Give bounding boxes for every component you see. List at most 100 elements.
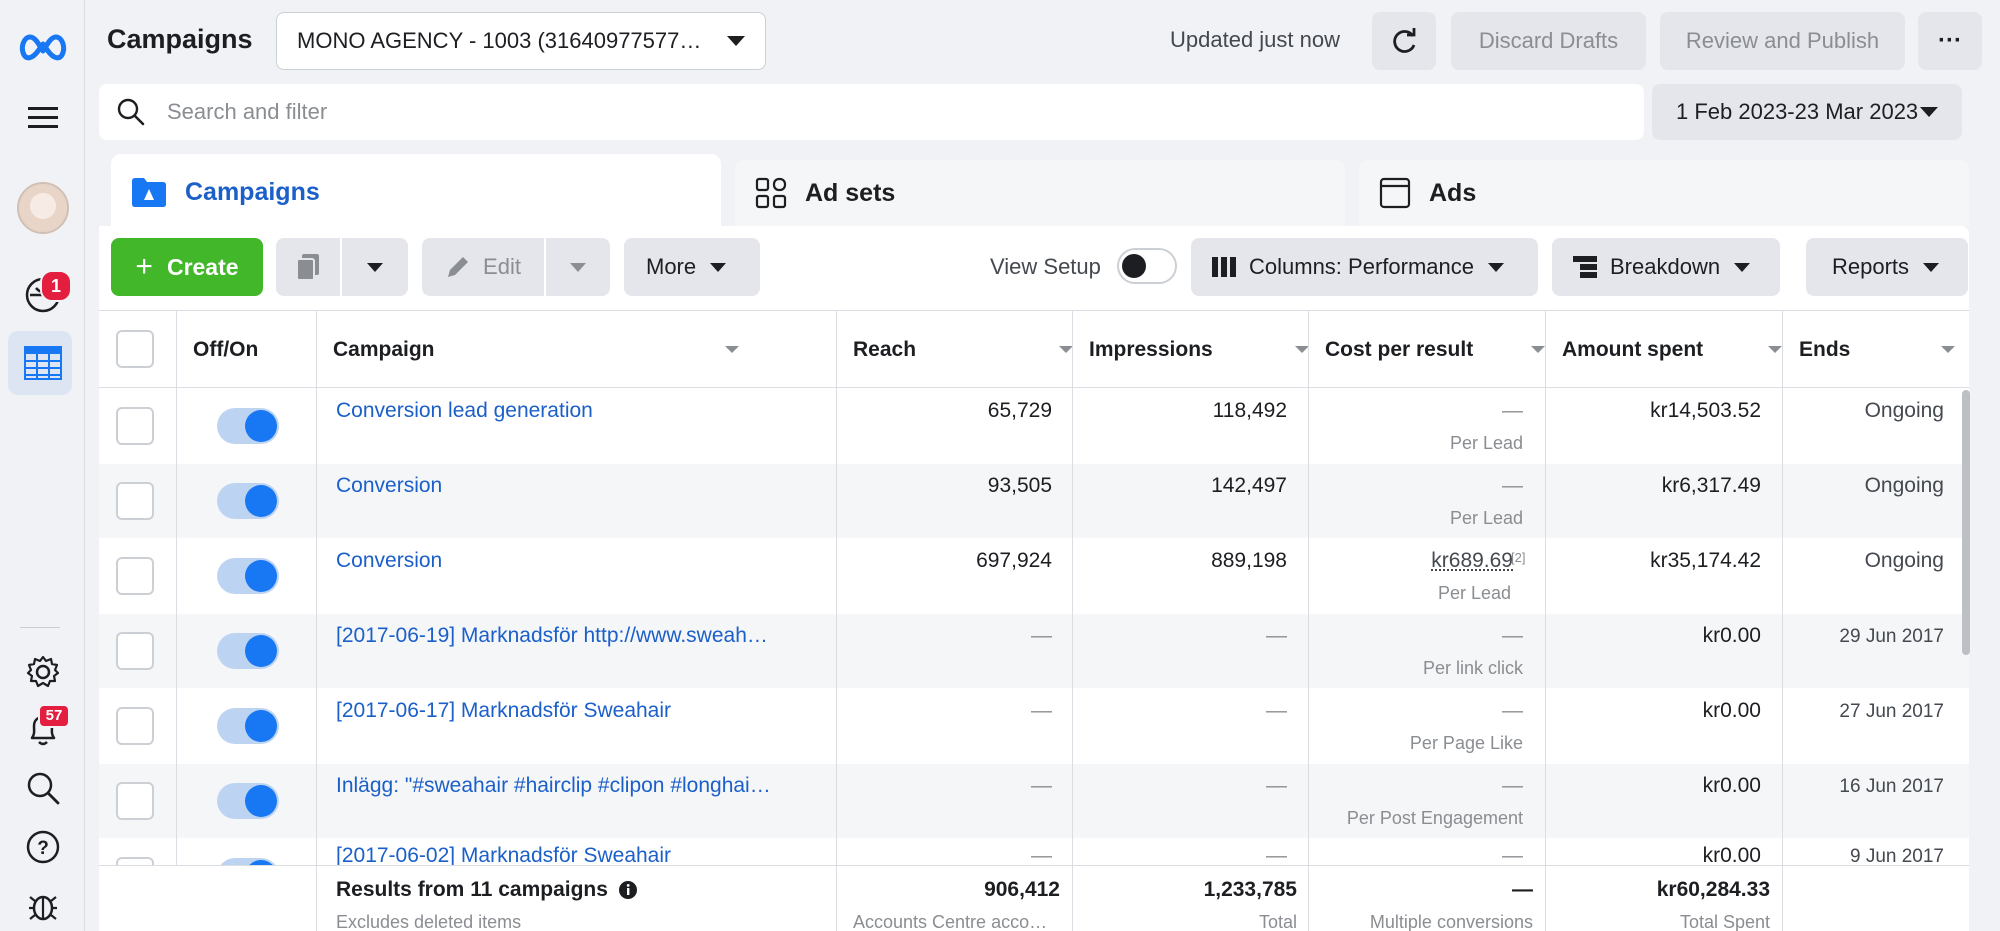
bug-report-icon[interactable] <box>0 884 85 928</box>
impressions-value: — <box>1266 844 1287 865</box>
search-icon[interactable] <box>0 766 85 810</box>
toggle-knob <box>245 710 277 742</box>
ends-value: 16 Jun 2017 <box>1839 776 1944 797</box>
tab-ads[interactable]: Ads <box>1359 160 1969 226</box>
campaign-name-link[interactable]: Conversion <box>336 549 806 573</box>
campaign-toggle[interactable] <box>217 408 279 444</box>
campaign-toggle[interactable] <box>217 633 279 669</box>
cost-per-result-type: Per Page Like <box>1409 733 1523 753</box>
row-checkbox[interactable] <box>116 707 154 745</box>
columns-button[interactable]: Columns: Performance <box>1191 238 1538 296</box>
view-setup-toggle[interactable] <box>1117 248 1177 284</box>
cost-per-result-value[interactable]: kr689.69 <box>1413 549 1513 573</box>
more-options-button[interactable]: ··· <box>1918 12 1982 70</box>
duplicate-button[interactable] <box>276 238 340 296</box>
column-header-amount-spent[interactable]: Amount spent <box>1562 311 1796 388</box>
select-all-checkbox[interactable] <box>116 330 154 368</box>
avatar[interactable] <box>0 180 85 236</box>
duplicate-dropdown[interactable] <box>342 238 408 296</box>
ends-value: Ongoing <box>1864 474 1944 497</box>
tab-campaigns[interactable]: Campaigns <box>111 154 721 230</box>
search-bar[interactable]: Search and filter <box>99 84 1644 140</box>
cost-per-result-type: Per Lead <box>1449 508 1523 528</box>
table-row[interactable]: Conversion 93,505 142,497 — Per Lead kr6… <box>99 464 1969 538</box>
toggle-knob <box>245 560 277 592</box>
search-icon <box>117 98 145 126</box>
edit-dropdown[interactable] <box>546 238 610 296</box>
gear-icon[interactable] <box>0 650 85 694</box>
updated-status: Updated just now <box>1170 27 1340 52</box>
campaign-name-link[interactable]: Conversion lead generation <box>336 399 806 423</box>
discard-drafts-button[interactable]: Discard Drafts <box>1451 12 1646 70</box>
table-row[interactable]: [2017-06-02] Marknadsför Sweahair — — — … <box>99 839 1969 865</box>
breakdown-button[interactable]: Breakdown <box>1552 238 1780 296</box>
row-checkbox[interactable] <box>116 482 154 520</box>
row-checkbox[interactable] <box>116 407 154 445</box>
column-label: Ends <box>1799 337 1851 361</box>
campaign-toggle[interactable] <box>217 558 279 594</box>
column-header-reach[interactable]: Reach <box>853 311 1087 388</box>
tab-label: Campaigns <box>185 177 320 206</box>
reach-value: — <box>1031 774 1052 797</box>
menu-icon[interactable] <box>0 95 85 141</box>
table-row[interactable]: Conversion 697,924 889,198 kr689.69 [2] … <box>99 539 1969 613</box>
chevron-down-icon <box>1920 107 1938 117</box>
toggle-knob <box>245 785 277 817</box>
row-checkbox[interactable] <box>116 557 154 595</box>
meta-logo-icon[interactable] <box>0 22 85 72</box>
search-input[interactable]: Search and filter <box>167 99 327 125</box>
refresh-button[interactable] <box>1372 12 1436 70</box>
svg-text:?: ? <box>37 838 49 859</box>
reach-value: — <box>1031 844 1052 865</box>
create-button[interactable]: + Create <box>111 238 263 296</box>
amount-spent-value: kr0.00 <box>1702 699 1761 722</box>
total-spent-note: Total Spent <box>1679 912 1770 931</box>
ads-manager-table-icon[interactable] <box>0 340 85 386</box>
reports-button[interactable]: Reports <box>1806 238 1968 296</box>
cost-per-result-value: — <box>1502 774 1523 797</box>
table-scrollbar[interactable] <box>1962 390 1970 655</box>
info-icon[interactable] <box>618 880 638 900</box>
campaign-name-link[interactable]: [2017-06-02] Marknadsför Sweahair <box>336 844 806 865</box>
review-publish-button[interactable]: Review and Publish <box>1660 12 1905 70</box>
reach-value: — <box>1031 624 1052 647</box>
row-checkbox[interactable] <box>116 632 154 670</box>
columns-icon <box>1212 257 1236 277</box>
campaign-name-link[interactable]: Inlägg: "#sweahair #hairclip #clipon #lo… <box>336 774 806 798</box>
column-header-off-on[interactable]: Off/On <box>193 311 258 388</box>
ends-value: Ongoing <box>1864 549 1944 572</box>
duplicate-button-group <box>276 238 408 296</box>
edit-button[interactable]: Edit <box>422 238 544 296</box>
column-header-impressions[interactable]: Impressions <box>1089 311 1323 388</box>
chevron-down-icon <box>727 36 745 46</box>
column-header-ends[interactable]: Ends <box>1799 311 1969 388</box>
campaign-toggle[interactable] <box>217 783 279 819</box>
campaign-name-link[interactable]: [2017-06-17] Marknadsför Sweahair <box>336 699 806 723</box>
results-title: Results from 11 campaigns <box>336 878 608 901</box>
campaign-toggle[interactable] <box>217 483 279 519</box>
impressions-value: — <box>1266 699 1287 722</box>
ad-sets-grid-icon <box>755 177 787 209</box>
table-row[interactable]: [2017-06-19] Marknadsför http://www.swea… <box>99 614 1969 688</box>
date-range-picker[interactable]: 1 Feb 2023-23 Mar 2023 <box>1652 84 1962 140</box>
chevron-down-icon <box>367 262 383 272</box>
results-subtitle: Excludes deleted items <box>336 912 522 931</box>
campaign-name-link[interactable]: Conversion <box>336 474 806 498</box>
campaign-name-link[interactable]: [2017-06-19] Marknadsför http://www.swea… <box>336 624 806 648</box>
column-divider <box>1308 310 1309 931</box>
row-checkbox[interactable] <box>116 857 154 865</box>
table-row[interactable]: [2017-06-17] Marknadsför Sweahair — — — … <box>99 689 1969 763</box>
campaign-toggle[interactable] <box>217 858 279 865</box>
more-button[interactable]: More <box>624 238 760 296</box>
column-header-cost-per-result[interactable]: Cost per result <box>1325 311 1559 388</box>
row-checkbox[interactable] <box>116 782 154 820</box>
help-icon[interactable]: ? <box>0 825 85 869</box>
total-reach-note: Accounts Centre acco… <box>853 912 1048 931</box>
campaign-toggle[interactable] <box>217 708 279 744</box>
table-row[interactable]: Inlägg: "#sweahair #hairclip #clipon #lo… <box>99 764 1969 838</box>
table-row[interactable]: Conversion lead generation 65,729 118,49… <box>99 389 1969 463</box>
account-selector[interactable]: MONO AGENCY - 1003 (31640977577… <box>276 12 766 70</box>
reach-value: — <box>1031 699 1052 722</box>
tab-ad-sets[interactable]: Ad sets <box>735 160 1345 226</box>
column-header-campaign[interactable]: Campaign <box>333 311 753 388</box>
